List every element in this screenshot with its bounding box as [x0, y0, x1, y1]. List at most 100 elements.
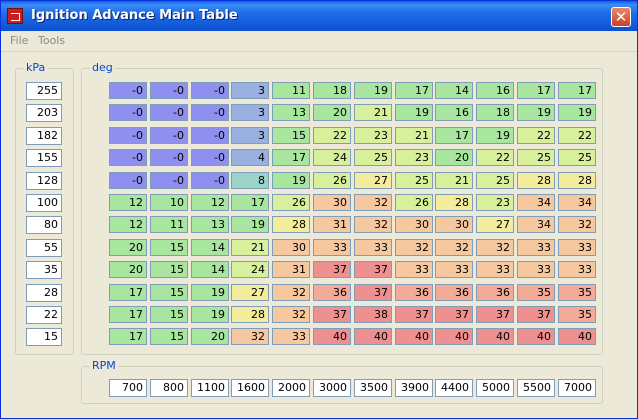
table-cell[interactable]: 25 — [354, 149, 392, 166]
table-cell[interactable]: 14 — [191, 239, 229, 256]
table-cell[interactable]: 32 — [476, 239, 514, 256]
table-cell[interactable]: 20 — [109, 239, 147, 256]
rpm-field[interactable]: 2000 — [272, 379, 310, 397]
table-cell[interactable]: 8 — [231, 172, 269, 189]
table-cell[interactable]: 36 — [476, 284, 514, 301]
table-cell[interactable]: -0 — [191, 104, 229, 121]
table-cell[interactable]: 37 — [313, 261, 351, 278]
table-cell[interactable]: 19 — [231, 216, 269, 233]
table-cell[interactable]: 33 — [395, 261, 433, 278]
table-cell[interactable]: -0 — [191, 172, 229, 189]
table-cell[interactable]: 17 — [231, 194, 269, 211]
rpm-field[interactable]: 1100 — [191, 379, 229, 397]
table-cell[interactable]: 36 — [395, 284, 433, 301]
table-cell[interactable]: 24 — [313, 149, 351, 166]
rpm-field[interactable]: 700 — [109, 379, 147, 397]
table-cell[interactable]: 37 — [435, 306, 473, 323]
table-cell[interactable]: 33 — [476, 261, 514, 278]
menu-tools[interactable]: Tools — [38, 34, 65, 47]
table-cell[interactable]: 33 — [558, 239, 596, 256]
table-cell[interactable]: 26 — [313, 172, 351, 189]
table-cell[interactable]: 33 — [313, 239, 351, 256]
kpa-field[interactable]: 155 — [26, 149, 62, 167]
table-cell[interactable]: 25 — [558, 149, 596, 166]
table-cell[interactable]: 15 — [150, 239, 188, 256]
table-cell[interactable]: -0 — [191, 127, 229, 144]
table-cell[interactable]: 18 — [313, 82, 351, 99]
table-cell[interactable]: 22 — [476, 149, 514, 166]
table-cell[interactable]: 3 — [231, 104, 269, 121]
table-cell[interactable]: 20 — [435, 149, 473, 166]
table-cell[interactable]: 14 — [435, 82, 473, 99]
table-cell[interactable]: 17 — [435, 127, 473, 144]
table-cell[interactable]: 23 — [395, 149, 433, 166]
table-cell[interactable]: 40 — [435, 328, 473, 345]
table-cell[interactable]: 34 — [517, 216, 555, 233]
table-cell[interactable]: 28 — [517, 172, 555, 189]
table-cell[interactable]: 17 — [558, 82, 596, 99]
table-cell[interactable]: 3 — [231, 127, 269, 144]
table-cell[interactable]: 3 — [231, 82, 269, 99]
table-cell[interactable]: 37 — [476, 306, 514, 323]
table-cell[interactable]: 40 — [354, 328, 392, 345]
table-cell[interactable]: 10 — [150, 194, 188, 211]
table-cell[interactable]: 19 — [517, 104, 555, 121]
table-cell[interactable]: -0 — [150, 82, 188, 99]
table-cell[interactable]: 20 — [109, 261, 147, 278]
kpa-field[interactable]: 100 — [26, 194, 62, 212]
kpa-field[interactable]: 203 — [26, 104, 62, 122]
table-cell[interactable]: 28 — [272, 216, 310, 233]
table-cell[interactable]: 40 — [558, 328, 596, 345]
table-cell[interactable]: 35 — [558, 306, 596, 323]
table-cell[interactable]: -0 — [191, 149, 229, 166]
rpm-field[interactable]: 5000 — [476, 379, 514, 397]
table-cell[interactable]: 32 — [231, 328, 269, 345]
table-cell[interactable]: 33 — [354, 239, 392, 256]
table-cell[interactable]: 27 — [476, 216, 514, 233]
table-cell[interactable]: 4 — [231, 149, 269, 166]
table-cell[interactable]: 31 — [313, 216, 351, 233]
table-cell[interactable]: 34 — [558, 194, 596, 211]
table-cell[interactable]: 35 — [517, 284, 555, 301]
table-cell[interactable]: 37 — [395, 306, 433, 323]
table-cell[interactable]: 30 — [313, 194, 351, 211]
table-cell[interactable]: 30 — [272, 239, 310, 256]
table-cell[interactable]: 31 — [272, 261, 310, 278]
table-cell[interactable]: 17 — [109, 306, 147, 323]
table-cell[interactable]: 22 — [517, 127, 555, 144]
table-cell[interactable]: 27 — [231, 284, 269, 301]
table-cell[interactable]: 37 — [354, 284, 392, 301]
kpa-field[interactable]: 55 — [26, 239, 62, 257]
kpa-field[interactable]: 255 — [26, 82, 62, 100]
table-cell[interactable]: 23 — [476, 194, 514, 211]
table-cell[interactable]: 19 — [191, 284, 229, 301]
table-cell[interactable]: -0 — [109, 149, 147, 166]
table-cell[interactable]: 16 — [476, 82, 514, 99]
table-cell[interactable]: 19 — [558, 104, 596, 121]
table-cell[interactable]: 37 — [354, 261, 392, 278]
kpa-field[interactable]: 22 — [26, 306, 62, 324]
menu-file[interactable]: File — [10, 34, 28, 47]
table-cell[interactable]: 17 — [272, 149, 310, 166]
kpa-field[interactable]: 80 — [26, 216, 62, 234]
table-cell[interactable]: 19 — [272, 172, 310, 189]
table-cell[interactable]: 28 — [558, 172, 596, 189]
rpm-field[interactable]: 3500 — [354, 379, 392, 397]
rpm-field[interactable]: 4400 — [435, 379, 473, 397]
table-cell[interactable]: 34 — [517, 194, 555, 211]
table-cell[interactable]: 35 — [558, 284, 596, 301]
table-cell[interactable]: 12 — [109, 216, 147, 233]
table-cell[interactable]: 22 — [313, 127, 351, 144]
table-cell[interactable]: 32 — [395, 239, 433, 256]
table-cell[interactable]: 28 — [231, 306, 269, 323]
table-cell[interactable]: 37 — [313, 306, 351, 323]
rpm-field[interactable]: 3000 — [313, 379, 351, 397]
table-cell[interactable]: -0 — [150, 104, 188, 121]
table-cell[interactable]: 32 — [354, 216, 392, 233]
table-cell[interactable]: 15 — [150, 306, 188, 323]
table-cell[interactable]: 25 — [476, 172, 514, 189]
table-cell[interactable]: 21 — [231, 239, 269, 256]
table-cell[interactable]: 11 — [150, 216, 188, 233]
table-cell[interactable]: 23 — [354, 127, 392, 144]
table-cell[interactable]: 26 — [395, 194, 433, 211]
